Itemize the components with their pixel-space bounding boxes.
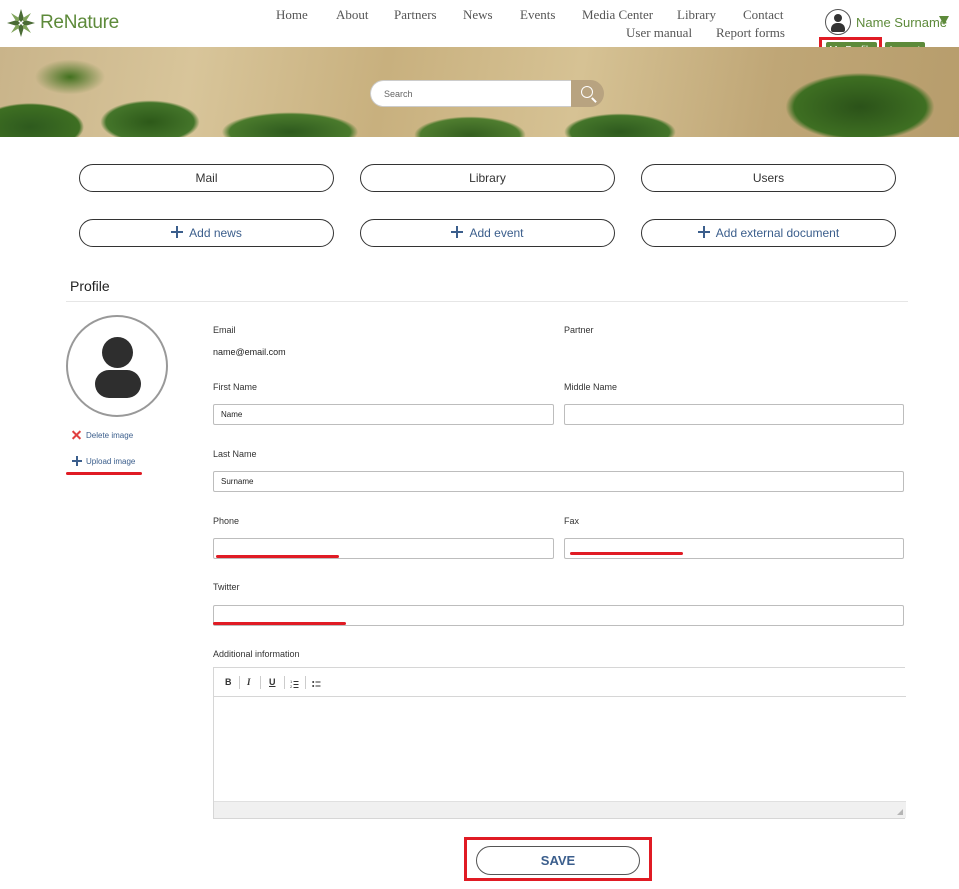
add-external-document-button[interactable]: Add external document [641,219,896,247]
bold-button[interactable]: B [225,677,232,687]
delete-image-label: Delete image [86,431,134,440]
annotation-underline-fax [570,552,683,555]
users-button[interactable]: Users [641,164,896,192]
editor-statusbar [214,801,906,818]
resize-handle-icon[interactable] [897,809,903,815]
twitter-label: Twitter [213,582,240,592]
add-event-button[interactable]: Add event [360,219,615,247]
library-button[interactable]: Library [360,164,615,192]
annotation-underline-upload [66,472,142,475]
add-event-label: Add event [469,226,524,240]
search-icon [581,86,593,98]
upload-image-label: Upload image [86,457,136,466]
user-avatar-icon[interactable] [825,9,851,35]
chevron-down-icon[interactable] [939,16,949,25]
plus-icon [171,226,184,238]
search-bar [370,80,604,107]
add-news-label: Add news [189,226,242,240]
fax-label: Fax [564,516,580,526]
nav-report-forms[interactable]: Report forms [716,25,785,41]
italic-button[interactable]: I [247,677,251,687]
add-external-document-label: Add external document [715,226,840,240]
nav-user-manual[interactable]: User manual [626,25,692,41]
partner-label: Partner [564,325,594,335]
nav-media-center[interactable]: Media Center [582,7,653,23]
svg-text:2: 2 [290,684,293,689]
save-button[interactable]: SAVE [476,846,640,875]
plus-icon [697,226,710,238]
add-news-button[interactable]: Add news [79,219,334,247]
profile-avatar-icon [66,315,168,417]
user-name[interactable]: Name Surname [856,15,947,30]
first-name-label: First Name [213,382,258,392]
plus-icon [451,226,464,238]
close-icon [71,429,82,440]
section-divider [66,301,908,302]
last-name-field[interactable] [213,471,904,492]
nav-library[interactable]: Library [677,7,716,23]
mail-button[interactable]: Mail [79,164,334,192]
editor-toolbar: B I U 1 2 [214,668,906,697]
middle-name-label: Middle Name [564,382,618,392]
profile-title: Profile [70,278,110,294]
phone-label: Phone [213,516,240,526]
email-label: Email [213,325,236,335]
nav-news[interactable]: News [463,7,493,23]
delete-image-link[interactable]: Delete image [71,429,151,441]
nav-home[interactable]: Home [276,7,308,23]
annotation-underline-twitter [213,622,346,625]
fax-field[interactable] [564,538,904,559]
numbered-list-icon[interactable]: 1 2 [290,677,299,689]
bullet-list-icon[interactable] [312,677,321,688]
annotation-underline-phone [216,555,339,558]
nav-partners[interactable]: Partners [394,7,437,23]
search-button[interactable] [571,80,604,107]
last-name-label: Last Name [213,449,257,459]
nav-about[interactable]: About [336,7,369,23]
nav-events[interactable]: Events [520,7,555,23]
renature-logo-icon[interactable] [4,6,38,40]
underline-button[interactable]: U [269,677,276,687]
search-input[interactable] [370,80,574,107]
additional-information-label: Additional information [213,649,300,659]
brand-name[interactable]: ReNature [40,12,119,34]
upload-image-link[interactable]: Upload image [71,455,151,467]
additional-information-editor[interactable]: B I U 1 2 [213,667,906,819]
middle-name-field[interactable] [564,404,904,425]
nav-contact[interactable]: Contact [743,7,783,23]
email-value: name@email.com [213,347,286,357]
plus-icon [72,456,82,466]
first-name-field[interactable] [213,404,554,425]
